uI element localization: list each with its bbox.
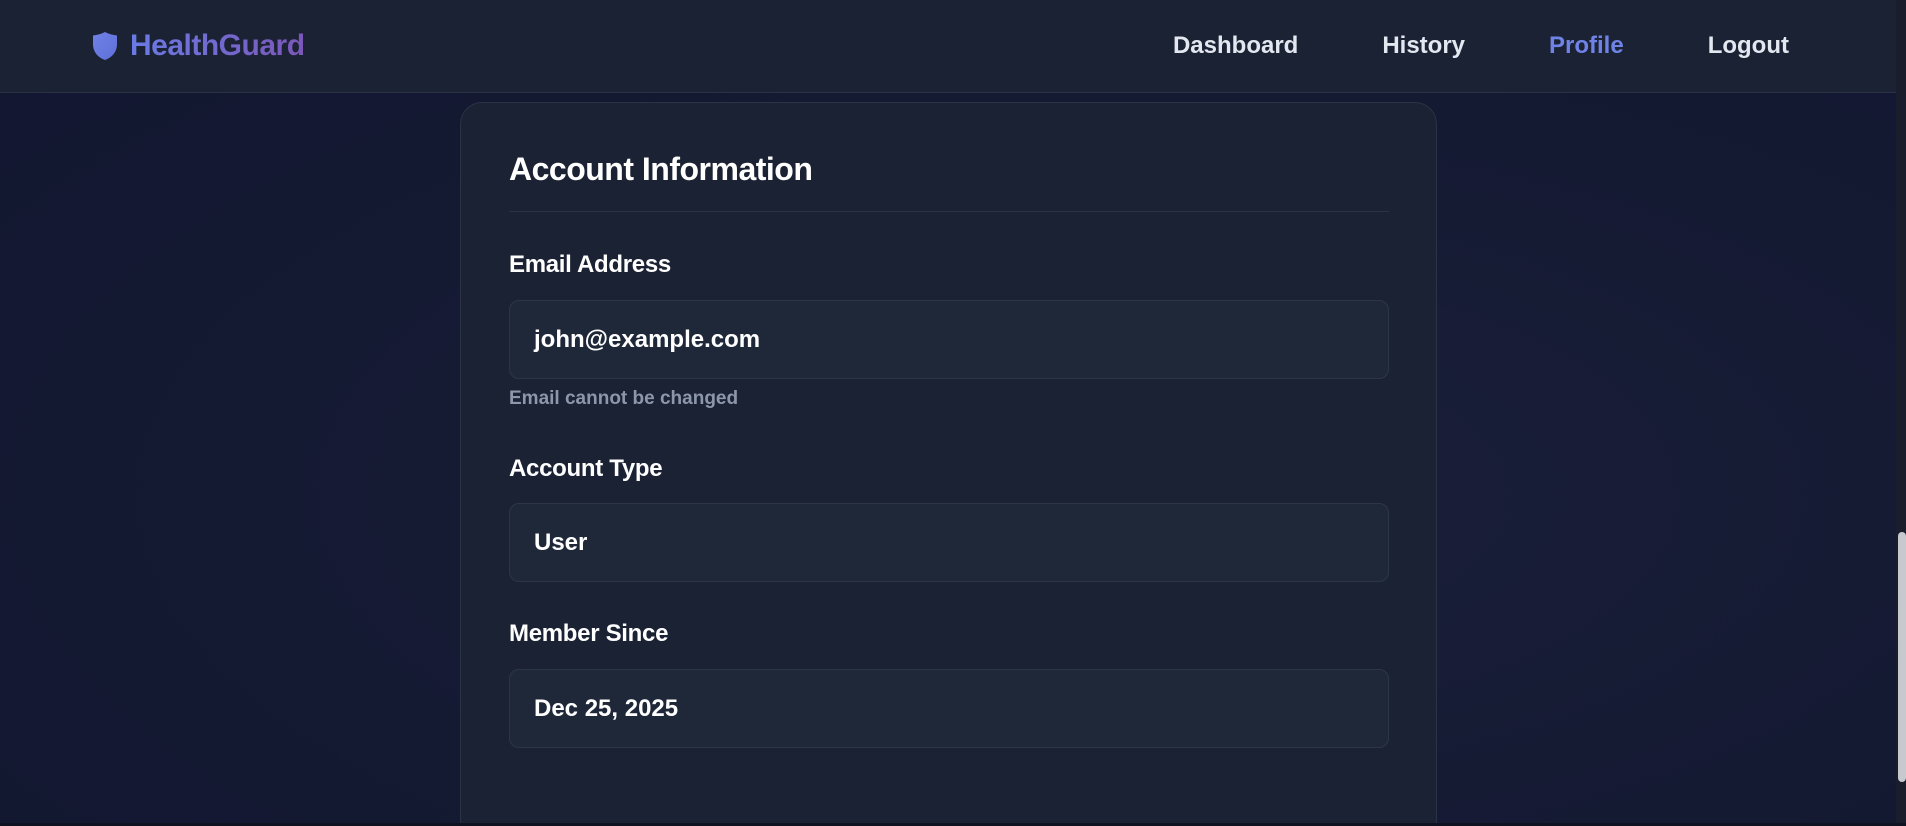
member-since-value: Dec 25, 2025	[534, 695, 679, 722]
member-since-label: Member Since	[509, 620, 669, 647]
account-type-field[interactable]: User	[509, 503, 1389, 582]
shield-icon	[92, 31, 118, 61]
account-information-card: Account Information Email Address john@e…	[460, 102, 1437, 826]
scrollbar-thumb[interactable]	[1898, 532, 1906, 782]
nav-logout-link[interactable]: Logout	[1708, 32, 1789, 60]
member-since-field[interactable]: Dec 25, 2025	[509, 669, 1389, 748]
account-type-label: Account Type	[509, 455, 663, 482]
email-field[interactable]: john@example.com	[509, 300, 1389, 379]
email-label: Email Address	[509, 251, 671, 278]
nav-dashboard-link[interactable]: Dashboard	[1173, 32, 1298, 60]
title-divider	[509, 211, 1389, 212]
page-scrollbar[interactable]	[1896, 0, 1906, 826]
top-navbar: HealthGuard Dashboard History Profile Lo…	[0, 0, 1896, 93]
email-value: john@example.com	[534, 326, 761, 353]
email-hint: Email cannot be changed	[509, 388, 739, 409]
nav-history-link[interactable]: History	[1382, 32, 1465, 60]
card-title: Account Information	[509, 151, 813, 187]
nav-profile-link[interactable]: Profile	[1549, 32, 1624, 60]
account-type-value: User	[534, 529, 588, 556]
brand-name: HealthGuard	[130, 29, 305, 62]
main-nav: Dashboard History Profile Logout	[1173, 0, 1789, 92]
brand-logo[interactable]: HealthGuard	[92, 26, 305, 66]
